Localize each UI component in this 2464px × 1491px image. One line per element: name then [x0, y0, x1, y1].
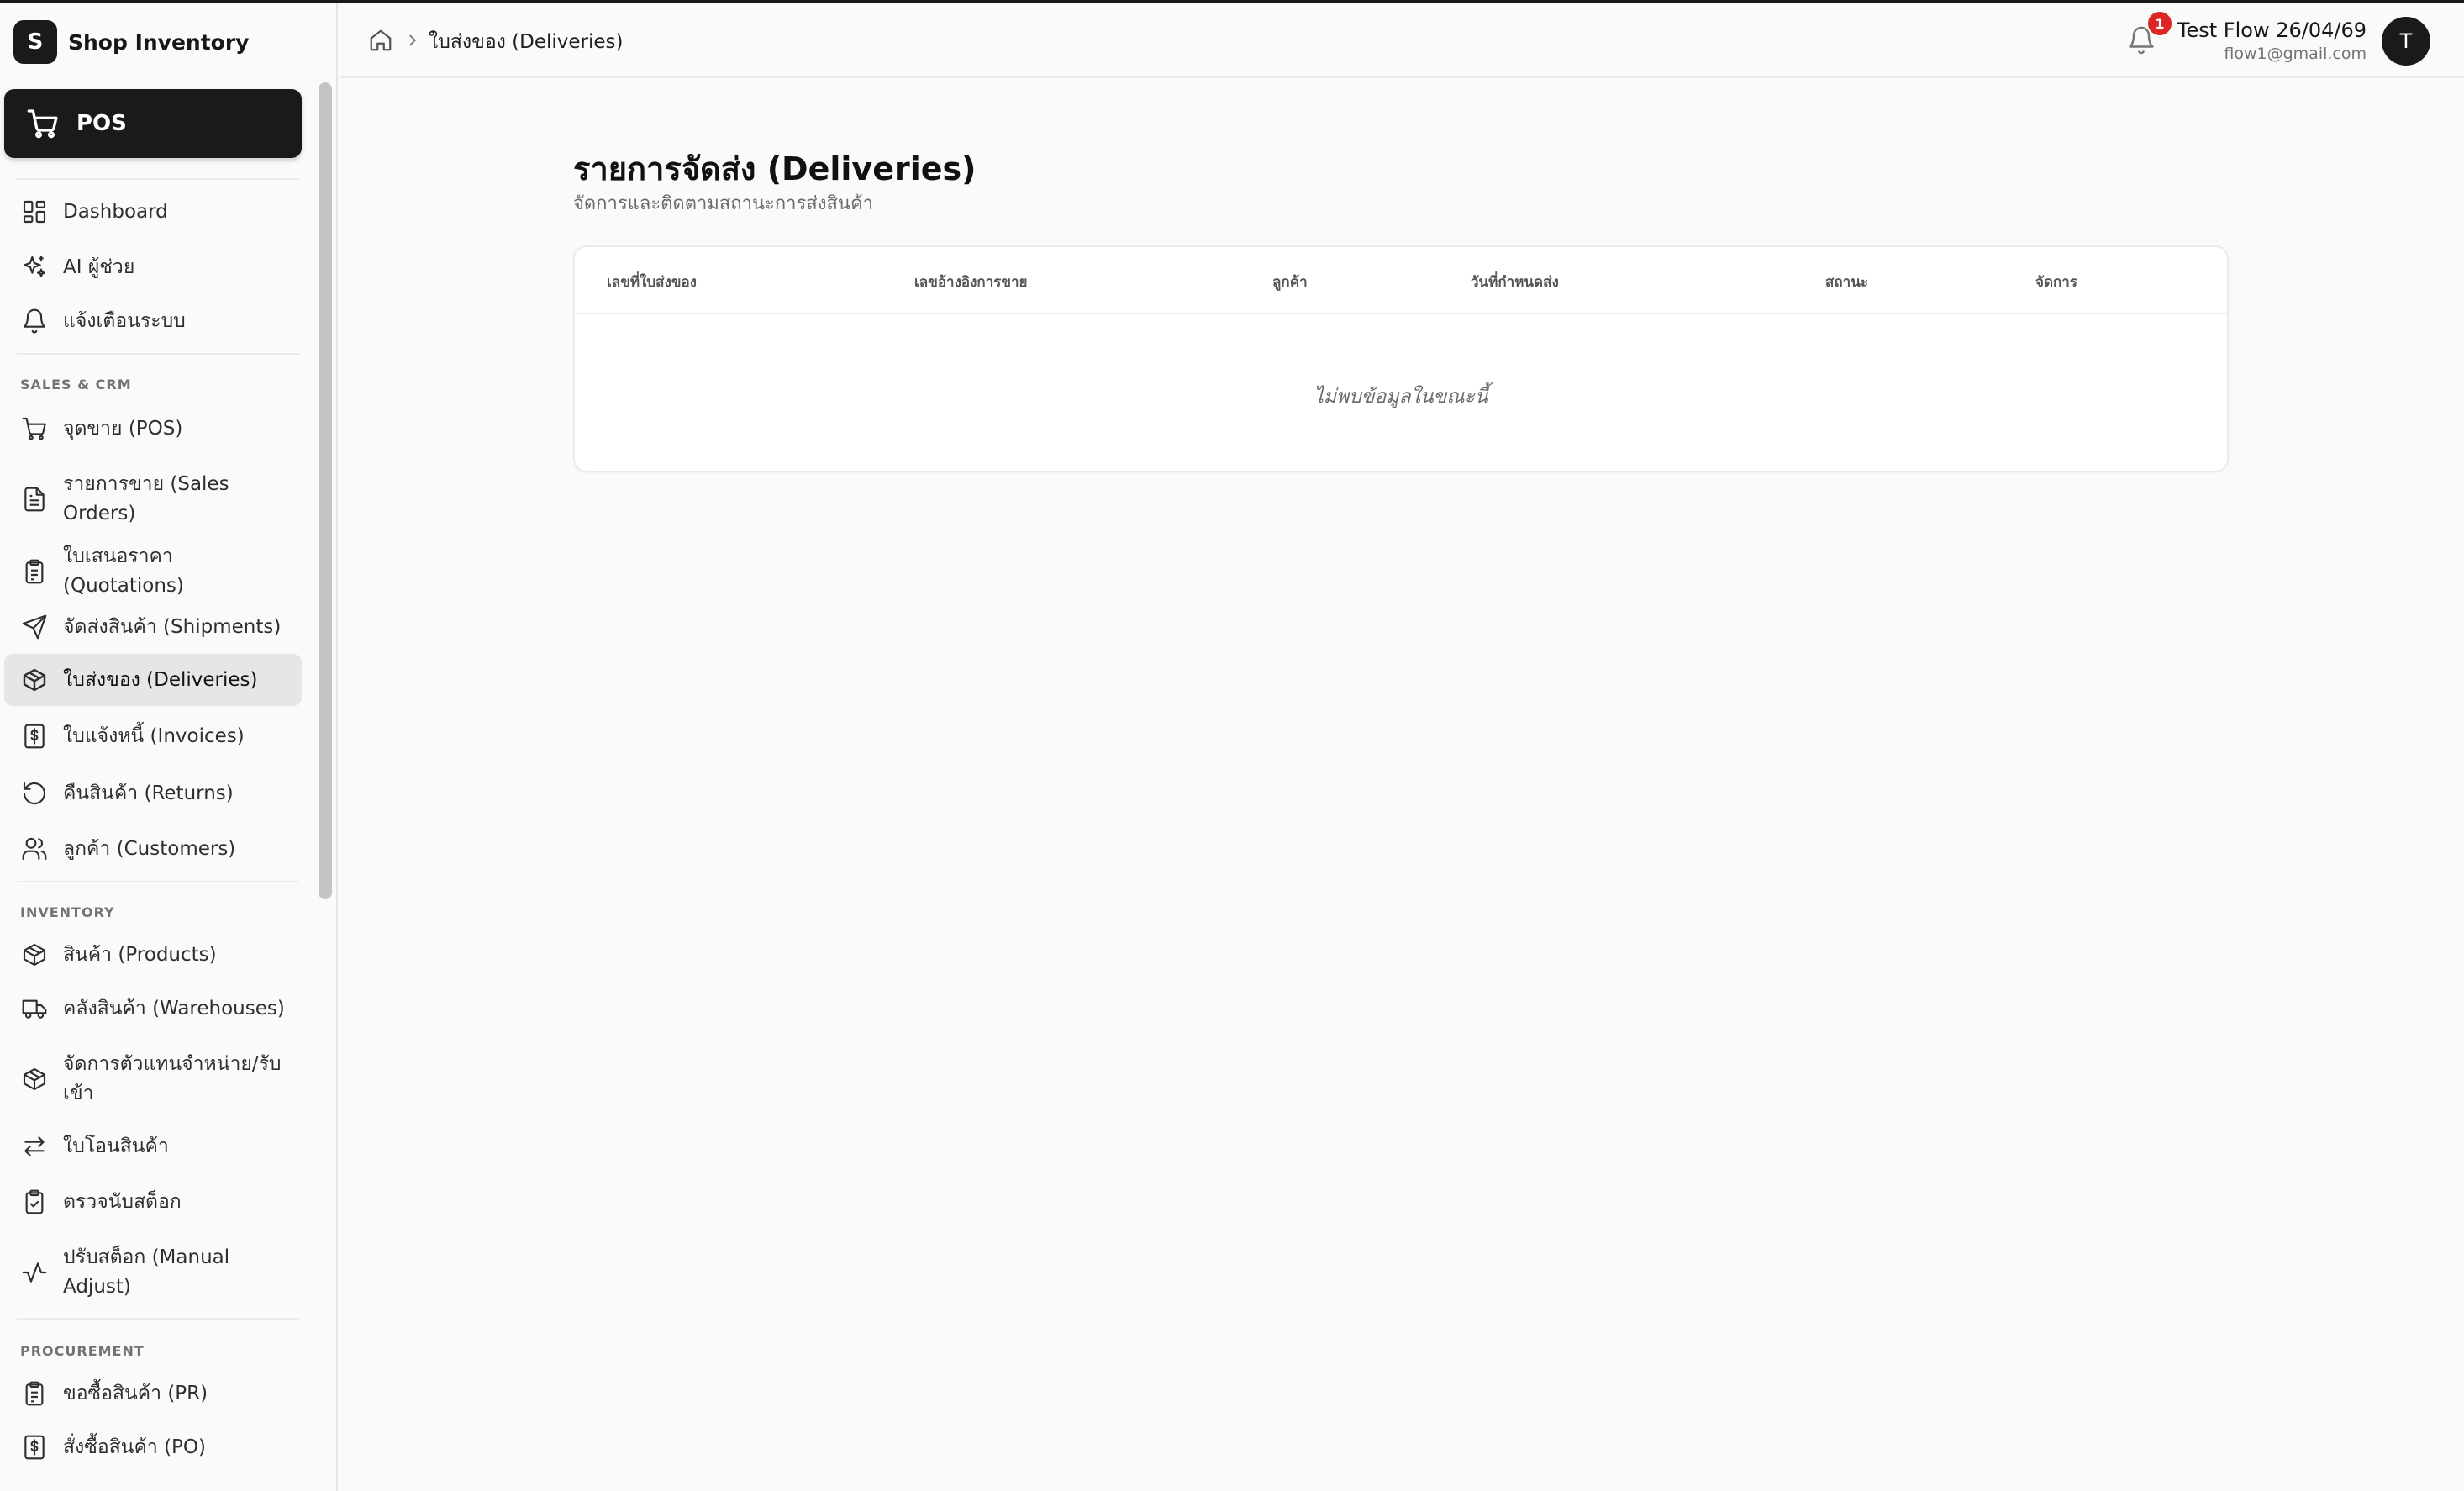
brand-logo: S: [13, 20, 57, 64]
sidebar-item-pos[interactable]: จุดขาย (POS): [4, 403, 302, 454]
sidebar: S Shop Inventory POS Dashboard AI ผู้ช่ว…: [0, 3, 338, 1491]
cart-icon: [22, 417, 46, 440]
sidebar-item-invoices[interactable]: ใบแจ้งหนี้ (Invoices): [4, 711, 302, 761]
sidebar-item-label: รายการขาย (Sales Orders): [63, 473, 229, 524]
deliveries-table: เลขที่ใบส่งของ เลขอ้างอิงการขาย ลูกค้า ว…: [573, 245, 2229, 472]
box-icon: [23, 1067, 46, 1091]
sidebar-item-label: จัดการตัวแทนจำหน่าย/รับเข้า: [63, 1053, 282, 1104]
sidebar-item-label: สินค้า (Products): [63, 943, 217, 966]
dashboard-icon: [23, 200, 46, 224]
notification-badge: 1: [2146, 10, 2173, 37]
sidebar-item-label: ใบแจ้งหนี้ (Invoices): [63, 724, 245, 747]
transfer-icon: [24, 1136, 45, 1156]
column-header-due-date[interactable]: วันที่กำหนดส่ง: [1471, 271, 1559, 293]
clipboard-icon: [25, 559, 44, 584]
sidebar-item-label: ขอซื้อสินค้า (PR): [63, 1382, 208, 1404]
sidebar-item-label: จุดขาย (POS): [63, 417, 183, 440]
section-label-procurement: PROCUREMENT: [20, 1343, 145, 1359]
user-name: Test Flow 26/04/69: [2177, 18, 2367, 42]
pos-button-label: POS: [76, 111, 127, 136]
brand[interactable]: S Shop Inventory: [13, 18, 249, 66]
sidebar-item-stock-count[interactable]: ตรวจนับสต็อก: [4, 1177, 302, 1227]
page-title: รายการจัดส่ง (Deliveries): [573, 150, 977, 187]
page-subtitle: จัดการและติดตามสถานะการส่งสินค้า: [573, 193, 874, 214]
sidebar-scrollbar-thumb[interactable]: [319, 82, 332, 899]
sidebar-item-returns[interactable]: คืนสินค้า (Returns): [4, 768, 302, 819]
sidebar-item-purchase-requests[interactable]: ขอซื้อสินค้า (PR): [4, 1368, 302, 1419]
sidebar-item-label: Dashboard: [63, 200, 168, 223]
sidebar-item-label: จัดส่งสินค้า (Shipments): [63, 615, 282, 638]
sidebar-item-suppliers[interactable]: จัดการตัวแทนจำหน่าย/รับเข้า: [4, 1044, 302, 1114]
pos-button[interactable]: POS: [4, 89, 302, 158]
sidebar-item-label: คืนสินค้า (Returns): [63, 782, 234, 804]
column-header-customer[interactable]: ลูกค้า: [1272, 271, 1308, 293]
column-header-actions: จัดการ: [2035, 274, 2077, 291]
sidebar-item-sales-orders[interactable]: รายการขาย (Sales Orders): [4, 464, 302, 535]
sidebar-item-dashboard[interactable]: Dashboard: [4, 187, 302, 237]
truck-icon: [22, 999, 47, 1019]
clipboard-check-icon: [25, 1189, 44, 1214]
sidebar-item-warehouses[interactable]: คลังสินค้า (Warehouses): [4, 983, 302, 1034]
sidebar-item-label: สั่งซื้อสินค้า (PO): [63, 1436, 206, 1458]
sidebar-item-quotations[interactable]: ใบเสนอราคา (Quotations): [4, 545, 302, 597]
breadcrumb-current: ใบส่งของ (Deliveries): [429, 31, 624, 53]
package-icon: [23, 668, 46, 692]
box-icon: [23, 943, 46, 967]
sidebar-item-label: ใบเสนอราคา (Quotations): [63, 545, 184, 597]
sidebar-item-label: ใบโอนสินค้า: [63, 1135, 169, 1157]
sidebar-item-products[interactable]: สินค้า (Products): [4, 930, 302, 980]
activity-icon: [22, 1262, 47, 1283]
sidebar-item-label: ใบส่งของ (Deliveries): [63, 668, 258, 691]
sidebar-item-customers[interactable]: ลูกค้า (Customers): [4, 824, 302, 874]
sidebar-item-shipments[interactable]: จัดส่งสินค้า (Shipments): [4, 602, 302, 652]
top-header: ใบส่งของ (Deliveries) 1 Test Flow 26/04/…: [340, 3, 2464, 78]
sidebar-item-label: แจ้งเตือนระบบ: [63, 309, 186, 332]
user-email: flow1@gmail.com: [2224, 45, 2367, 63]
divider: [17, 881, 299, 882]
send-icon: [22, 614, 47, 640]
sidebar-item-label: ปรับสต็อก (Manual Adjust): [63, 1246, 230, 1298]
clipboard-list-icon: [25, 1381, 44, 1406]
invoice-icon: [24, 724, 45, 749]
users-icon: [22, 837, 47, 861]
empty-state-message: ไม่พบข้อมูลในขณะนี้: [1314, 386, 1488, 408]
divider: [17, 353, 299, 355]
document-icon: [24, 487, 45, 512]
column-header-sales-ref[interactable]: เลขอ้างอิงการขาย: [914, 271, 1028, 293]
sidebar-item-label: คลังสินค้า (Warehouses): [63, 997, 285, 1019]
brand-name: Shop Inventory: [68, 29, 250, 55]
sidebar-item-deliveries[interactable]: ใบส่งของ (Deliveries): [4, 654, 302, 706]
divider: [17, 178, 299, 180]
section-label-sales: SALES & CRM: [20, 377, 132, 393]
sidebar-item-purchase-orders[interactable]: สั่งซื้อสินค้า (PO): [4, 1422, 302, 1473]
divider: [17, 1318, 299, 1320]
table-header: เลขที่ใบส่งของ เลขอ้างอิงการขาย ลูกค้า ว…: [575, 247, 2227, 314]
sidebar-item-label: ตรวจนับสต็อก: [63, 1190, 182, 1213]
sidebar-item-transfers[interactable]: ใบโอนสินค้า: [4, 1121, 302, 1172]
sidebar-item-ai-assistant[interactable]: AI ผู้ช่วย: [4, 242, 302, 292]
home-icon[interactable]: [368, 28, 393, 53]
column-header-status[interactable]: สถานะ: [1825, 271, 1868, 293]
sidebar-item-manual-adjust[interactable]: ปรับสต็อก (Manual Adjust): [4, 1237, 302, 1308]
avatar[interactable]: T: [2382, 17, 2430, 66]
sidebar-item-system-alerts[interactable]: แจ้งเตือนระบบ: [4, 296, 302, 346]
bell-icon: [23, 308, 46, 334]
sidebar-item-label: ลูกค้า (Customers): [63, 837, 236, 860]
sparkles-icon: [23, 256, 46, 277]
undo-icon: [23, 782, 46, 805]
sidebar-item-label: AI ผู้ช่วย: [63, 256, 135, 278]
section-label-inventory: INVENTORY: [20, 904, 115, 920]
cart-icon: [27, 109, 58, 139]
dollar-doc-icon: [24, 1435, 45, 1460]
chevron-right-icon: [409, 34, 417, 46]
column-header-delivery-no[interactable]: เลขที่ใบส่งของ: [607, 271, 697, 293]
